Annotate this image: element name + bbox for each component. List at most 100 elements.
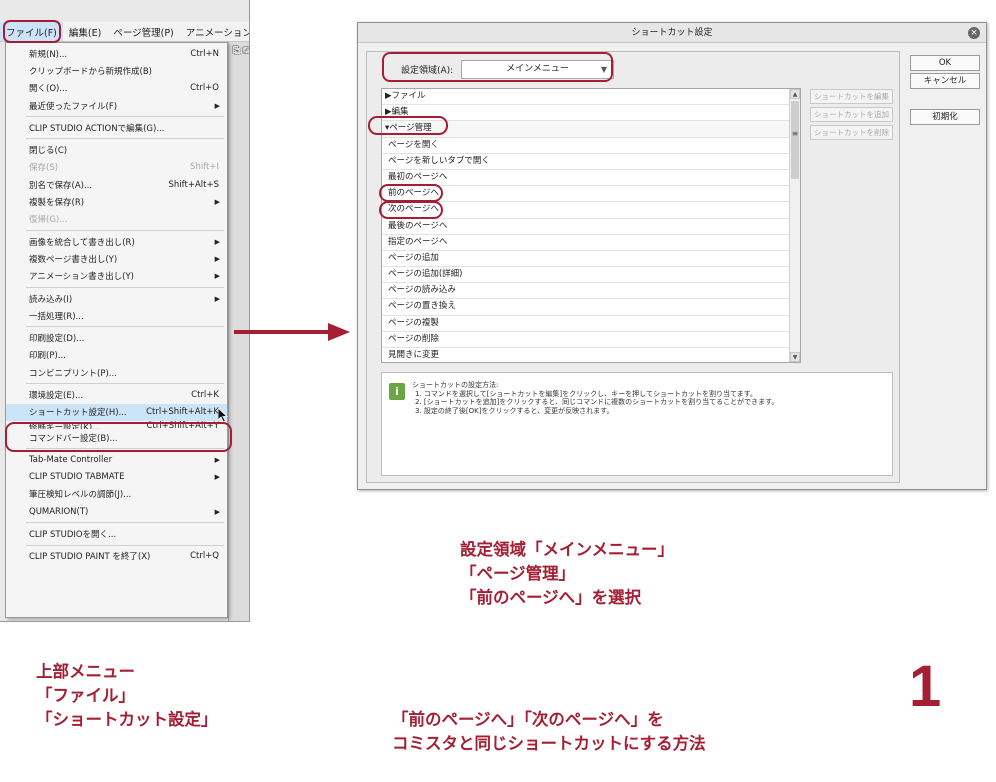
menu-item[interactable]: CLIP STUDIOを開く... (6, 525, 227, 542)
menu-item[interactable]: CLIP STUDIO TABMATE ▶ (6, 469, 227, 486)
dialog-title: ショートカット設定 (631, 28, 713, 38)
tree-row[interactable]: ページを開く (382, 138, 800, 154)
menu-item-shortcut: Shift+Alt+S (168, 179, 219, 190)
reset-button[interactable]: 初期化 (910, 109, 980, 125)
menu-item[interactable]: 開く(O)... Ctrl+O (6, 80, 227, 97)
scroll-thumb[interactable] (791, 101, 799, 179)
caption-line: 「前のページへ」「次のページへ」を (392, 710, 664, 729)
tree-row[interactable]: ページを新しいタブで開く (382, 154, 800, 170)
menu-item[interactable]: 一括処理(R)... (6, 307, 227, 324)
menu-item-label: ショートカット設定(H)... (29, 408, 127, 419)
menu-edit[interactable]: 編集(E) (63, 22, 107, 41)
tree-row[interactable]: ページの読み込み (382, 283, 800, 300)
highlight-ring-next-page (379, 201, 443, 219)
tree-scrollbar[interactable]: ▲ ≡ ▼ (789, 89, 800, 362)
help-line: 1. コマンドを選択して[ショートカットを編集]をクリックし、キーを押してショー… (415, 389, 757, 398)
menu-item[interactable]: アニメーション書き出し(Y) ▶ (6, 268, 227, 285)
caption-line: コミスタと同じショートカットにする方法 (392, 734, 706, 753)
delete-shortcut-button[interactable]: ショートカットを削除 (810, 125, 893, 140)
menu-item[interactable]: 複製を保存(R) ▶ (6, 193, 227, 210)
menu-item[interactable]: 印刷設定(D)... (6, 329, 227, 346)
tree-row[interactable]: ページの追加(詳細) (382, 267, 800, 284)
tree-row[interactable]: 見開きに変更 (382, 348, 800, 362)
tree-row[interactable]: 最後のページへ (382, 219, 800, 235)
help-line: ショートカットの設定方法: (412, 381, 499, 389)
menu-item-label: CLIP STUDIO PAINT を終了(X) (29, 552, 151, 563)
menu-item[interactable]: 復帰(G)... (6, 211, 227, 228)
menu-item[interactable]: QUMARION(T) ▶ (6, 503, 227, 520)
menu-item[interactable]: 最近使ったファイル(F) ▶ (6, 97, 227, 114)
submenu-arrow-icon: ▶ (214, 507, 220, 516)
menu-item[interactable]: Tab-Mate Controller ▶ (6, 451, 227, 468)
menu-separator (26, 326, 224, 328)
menu-animation[interactable]: アニメーション(A) (180, 22, 249, 41)
menu-item-label: 筆圧検知レベルの調節(J)... (29, 490, 132, 501)
ok-button[interactable]: OK (910, 55, 980, 71)
help-line: 2. [ショートカットを追加]をクリックすると、同じコマンドに複数のショートカッ… (415, 398, 779, 406)
tree-row[interactable]: 最初のページへ (382, 170, 800, 187)
highlight-ring-shortcut-settings (5, 422, 232, 452)
tree-row[interactable]: ページの追加 (382, 251, 800, 268)
menu-item-label: 新規(N)... (29, 49, 68, 60)
menu-item[interactable]: ショートカット設定(H)... Ctrl+Shift+Alt+K (6, 403, 229, 423)
tree-row[interactable]: ページの削除 (382, 332, 800, 348)
tree-row[interactable]: 指定のページへ (382, 235, 800, 251)
help-line: 3. 設定の終了後[OK]をクリックすると、変更が反映されます。 (415, 406, 614, 415)
tree-row[interactable]: 次のページへ (382, 202, 800, 219)
menu-item-label: 印刷(P)... (29, 351, 66, 362)
toolbar-copy-icon[interactable]: ⎘ (232, 44, 241, 58)
caption-line: 「ファイル」 (36, 686, 135, 705)
tree-row[interactable]: 前のページへ (382, 186, 800, 203)
menu-item-label: クリップボードから新規作成(B) (29, 66, 152, 77)
submenu-arrow-icon: ▶ (214, 101, 220, 110)
menu-item[interactable]: 閉じる(C) (6, 141, 227, 158)
menu-item-label: 復帰(G)... (29, 215, 68, 226)
menu-item[interactable]: CLIP STUDIO ACTIONで編集(G)... (6, 119, 227, 136)
add-shortcut-button[interactable]: ショートカットを追加 (810, 107, 893, 122)
submenu-arrow-icon: ▶ (214, 254, 220, 263)
menu-page-management[interactable]: ページ管理(P) (107, 22, 179, 41)
menu-item[interactable]: 画像を統合して書き出し(R) ▶ (6, 233, 227, 250)
menu-item-shortcut: Ctrl+O (190, 83, 219, 94)
menu-item-label: 環境設定(E)... (29, 390, 84, 401)
menu-separator (26, 383, 224, 385)
menu-item-label: CLIP STUDIOを開く... (29, 530, 117, 541)
menu-item-shortcut: Ctrl+Q (190, 551, 219, 562)
menu-item[interactable]: 別名で保存(A)... Shift+Alt+S (6, 176, 227, 193)
scroll-up-icon[interactable]: ▲ (790, 89, 800, 99)
menu-item[interactable]: 保存(S) Shift+I (6, 159, 227, 176)
caption-method-title: 「前のページへ」「次のページへ」を コミスタと同じショートカットにする方法 (392, 708, 706, 756)
menu-separator (26, 544, 224, 546)
menu-item[interactable]: コンビニプリント(P)... (6, 364, 227, 381)
menu-item-label: Tab-Mate Controller (29, 454, 113, 465)
highlight-ring-prev-page (379, 184, 443, 202)
menu-item-label: コンビニプリント(P)... (29, 368, 117, 379)
toolbar-window-icon[interactable]: ⎚ (242, 44, 249, 58)
menu-item[interactable]: CLIP STUDIO PAINT を終了(X) Ctrl+Q (6, 548, 227, 565)
shortcut-settings-dialog: ショートカット設定 × 設定領域(A): メインメニュー ▼ ▶ファイル ▶編集 ▾… (357, 22, 987, 490)
tree-row[interactable]: ▶ファイル (382, 89, 800, 106)
menu-item[interactable]: 読み込み(I) ▶ (6, 290, 227, 307)
menu-item-label: 画像を統合して書き出し(R) (29, 237, 135, 248)
menu-item[interactable]: 新規(N)... Ctrl+N (6, 45, 227, 62)
submenu-arrow-icon: ▶ (214, 272, 220, 281)
cancel-button[interactable]: キャンセル (910, 73, 980, 89)
menu-item-label: 開く(O)... (29, 84, 68, 95)
dialog-title-bar: ショートカット設定 × (358, 23, 986, 43)
menu-item-label: 複数ページ書き出し(Y) (29, 254, 118, 265)
menu-item[interactable]: 複数ページ書き出し(Y) ▶ (6, 250, 227, 267)
menu-item[interactable]: 環境設定(E)... Ctrl+K (6, 386, 227, 403)
right-arrow-icon (234, 323, 350, 341)
menu-item[interactable]: 筆圧検知レベルの調節(J)... (6, 486, 227, 503)
tree-row[interactable]: ページの置き換え (382, 299, 800, 316)
menu-item[interactable]: 印刷(P)... (6, 347, 227, 364)
edit-shortcut-button[interactable]: ショートカットを編集 (810, 89, 893, 104)
menu-separator (26, 138, 224, 140)
scroll-down-icon[interactable]: ▼ (790, 352, 800, 362)
menu-item-label: 保存(S) (29, 163, 59, 174)
scroll-grip-icon: ≡ (791, 129, 799, 138)
highlight-ring-page-management (368, 116, 448, 135)
tree-row[interactable]: ページの複製 (382, 316, 800, 332)
menu-item[interactable]: クリップボードから新規作成(B) (6, 62, 227, 79)
close-icon[interactable]: × (968, 27, 980, 39)
